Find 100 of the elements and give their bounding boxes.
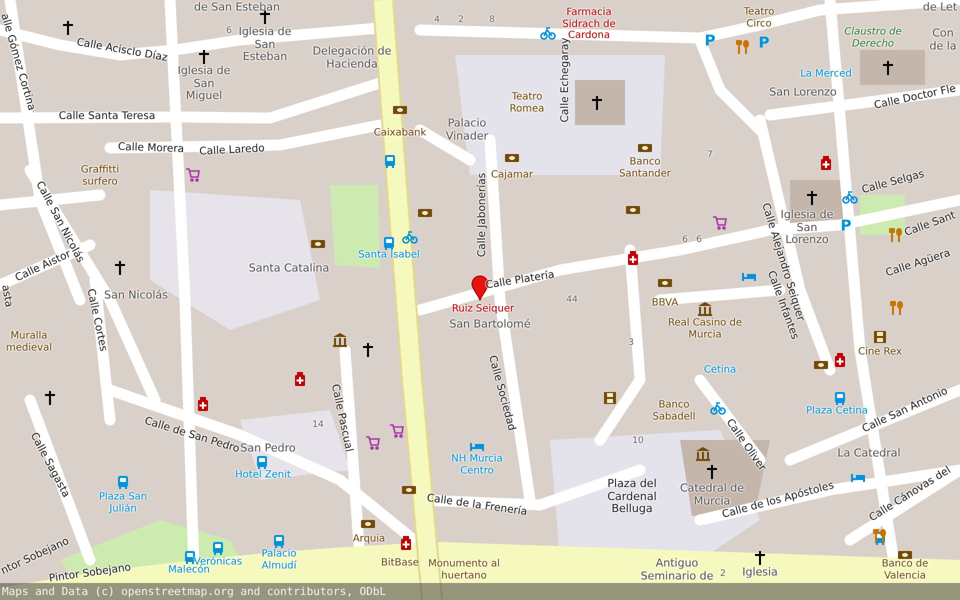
cross-icon	[112, 260, 128, 276]
poi-label: Teatro Circo	[742, 6, 776, 30]
parking-sign: P	[758, 34, 770, 52]
poi-label: Real Casino de Murcia	[667, 318, 743, 340]
cross-icon	[880, 60, 896, 76]
fork-knife-icon	[889, 300, 905, 316]
place-label: de Let	[922, 2, 958, 14]
poi-label: Caixabank	[374, 127, 426, 139]
poi-label: Graffitti surfero	[80, 164, 120, 188]
cross-icon	[196, 49, 212, 65]
place-label: San Lorenzo	[769, 86, 837, 100]
poi-label: Arquia	[352, 533, 386, 545]
park-label: Claustro de Derecho	[843, 26, 903, 50]
bus-icon	[115, 474, 131, 490]
attribution-text: Maps and Data (c) openstreetmap.org and contributors, ODbL	[0, 583, 960, 600]
cross-icon	[804, 190, 820, 206]
bus-icon	[382, 153, 398, 169]
street-label: Calle Doctor Fle	[873, 82, 957, 112]
film-icon	[872, 329, 888, 345]
bus-icon	[210, 540, 226, 556]
house-number: 6	[682, 234, 688, 246]
house-number: 44	[566, 294, 578, 306]
place-label: Iglesia de San Esteban	[238, 26, 292, 64]
street-label: Calle Platería	[484, 268, 556, 292]
fork-knife-icon	[888, 227, 904, 243]
columns-building-icon	[695, 446, 711, 462]
poi-label: BitBase	[381, 557, 419, 569]
stop-label: Cetina	[704, 364, 736, 376]
house-number: 3	[628, 338, 634, 348]
poi-label: Banco Santander	[618, 156, 672, 180]
shopping-cart-icon	[185, 166, 201, 182]
bicycle-icon	[842, 189, 858, 205]
place-label: Palacio Vinader	[444, 117, 490, 143]
cross-icon	[704, 464, 720, 480]
place-label: Antiguo Seminario de	[640, 557, 714, 583]
poi-label: BBVA	[652, 297, 678, 309]
house-number: 10	[632, 436, 644, 446]
columns-building-icon	[332, 332, 348, 348]
street-label: Calle Morera	[118, 140, 184, 156]
medical-kit-icon	[832, 352, 848, 368]
medical-kit-icon	[818, 155, 834, 171]
medical-kit-icon	[398, 535, 414, 551]
poi-label: Cine Rex	[858, 346, 902, 358]
house-number: 14	[312, 420, 324, 430]
house-number: 4	[434, 14, 440, 26]
bus-icon	[254, 454, 270, 470]
parking-sign: P	[840, 217, 852, 235]
cross-icon	[752, 550, 768, 566]
cross-icon	[60, 20, 76, 36]
cross-icon	[42, 390, 58, 406]
bus-icon	[832, 390, 848, 406]
stop-label: Plaza San Julián	[98, 492, 148, 514]
street-label: Calle Laredo	[199, 142, 265, 158]
stop-label: NH Murcia Centro	[450, 454, 504, 476]
pharmacy-label: Ruiz Seiquer	[452, 303, 514, 315]
medical-kit-icon	[625, 250, 641, 266]
place-label: Delegación de Hacienda	[312, 45, 392, 71]
stop-label: Hotel Zenit	[235, 469, 291, 481]
bicycle-icon	[402, 229, 418, 245]
stop-label: Malecón	[168, 564, 210, 576]
house-number: 2	[720, 568, 726, 580]
medical-kit-icon	[195, 396, 211, 412]
street-label: Calle Selgas	[860, 168, 926, 196]
place-label: La Catedral	[837, 448, 901, 460]
shopping-cart-icon	[365, 434, 381, 450]
bus-icon	[271, 533, 287, 549]
street-label: Calle de San Pedro	[143, 414, 241, 456]
square-label: Plaza del Cardenal Belluga	[606, 478, 658, 516]
house-number: 6	[696, 234, 702, 246]
place-label: San Bartolomé	[449, 318, 531, 332]
place-label: Iglesia de San Miguel	[176, 65, 232, 103]
street-label: alle Gómez Cortina	[0, 12, 38, 112]
film-icon	[602, 390, 618, 406]
place-label: San Nicolás	[104, 290, 168, 302]
medical-kit-icon	[292, 371, 308, 387]
shopping-cart-icon	[389, 422, 405, 438]
poi-label: Muralla medieval	[5, 330, 53, 354]
street-label: Calle Jabonerías	[476, 172, 488, 258]
place-label: Iglesia	[742, 566, 778, 580]
fork-knife-icon	[735, 39, 751, 55]
street-label: Calle Santa Teresa	[58, 110, 156, 122]
poi-label: Cajamar	[491, 169, 533, 181]
bus-icon	[381, 235, 397, 251]
columns-building-icon	[697, 301, 713, 317]
place-label: de San Esteban	[194, 2, 280, 14]
shopping-cart-icon	[712, 214, 728, 230]
street-label: asta	[0, 284, 15, 308]
poi-label: Monumento al huertano	[427, 558, 501, 582]
bicycle-icon	[540, 25, 556, 41]
street-label: Calle de la Frenería	[426, 492, 528, 518]
stop-label: Santa Isabel	[358, 249, 420, 261]
place-label: Santa Catalina	[248, 262, 330, 276]
place-label: Con de la	[928, 27, 958, 53]
place-label: San Pedro	[240, 442, 296, 456]
cross-icon	[589, 95, 605, 111]
poi-label: Teatro Romea	[508, 92, 546, 114]
house-number: 7	[707, 150, 713, 160]
stop-label: Palacio Almudí	[260, 548, 298, 572]
stop-label: Plaza Cetina	[806, 405, 868, 417]
street-label: Calle Pascual	[328, 383, 356, 453]
